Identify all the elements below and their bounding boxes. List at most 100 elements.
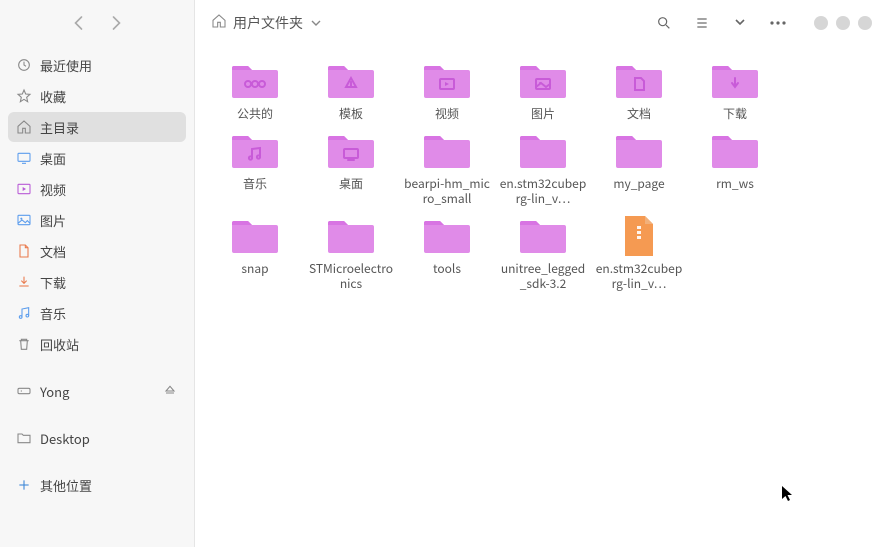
- image-icon: [16, 212, 32, 228]
- sidebar-nav: [0, 0, 194, 46]
- item-label: 音乐: [241, 176, 269, 192]
- folder-item[interactable]: unitree_legged_sdk-3.2: [495, 209, 591, 294]
- folder-item[interactable]: 视频: [399, 54, 495, 124]
- folder-item[interactable]: 文档: [591, 54, 687, 124]
- folder-icon: [515, 60, 571, 102]
- sidebar-item[interactable]: 回收站: [8, 329, 186, 359]
- eject-icon[interactable]: [162, 383, 178, 399]
- folder-icon: [227, 60, 283, 102]
- device-item[interactable]: Yong: [8, 376, 186, 406]
- sidebar-item-label: 视频: [40, 180, 66, 199]
- item-label: 图片: [529, 106, 557, 122]
- folder-item[interactable]: 桌面: [303, 124, 399, 209]
- folder-icon: [419, 215, 475, 257]
- sidebar-item-label: 下载: [40, 273, 66, 292]
- view-dropdown-button[interactable]: [726, 9, 754, 37]
- trash-icon: [16, 336, 32, 352]
- folder-icon: [707, 60, 763, 102]
- sidebar-item-label: 回收站: [40, 335, 79, 354]
- folder-item[interactable]: STMicroelectronics: [303, 209, 399, 294]
- item-label: 下载: [721, 106, 749, 122]
- sidebar-item[interactable]: 主目录: [8, 112, 186, 142]
- sidebar-item[interactable]: 文档: [8, 236, 186, 266]
- folder-item[interactable]: bearpi-hm_micro_small: [399, 124, 495, 209]
- window-close-button[interactable]: [858, 16, 872, 30]
- folder-icon: [16, 430, 32, 446]
- sidebar-item[interactable]: 下载: [8, 267, 186, 297]
- download-icon: [16, 274, 32, 290]
- folder-item[interactable]: 下载: [687, 54, 783, 124]
- folder-icon: [515, 215, 571, 257]
- item-label: 文档: [625, 106, 653, 122]
- main-area: 用户文件夹 公共的 模板: [195, 0, 888, 547]
- sidebar-list: 最近使用收藏主目录桌面视频图片文档下载音乐回收站 Yong Desktop 其他位置: [0, 46, 194, 547]
- bookmark-item[interactable]: Desktop: [8, 423, 186, 453]
- sidebar-item[interactable]: 视频: [8, 174, 186, 204]
- star-icon: [16, 88, 32, 104]
- folder-icon: [323, 60, 379, 102]
- folder-item[interactable]: snap: [207, 209, 303, 294]
- view-list-button[interactable]: [688, 9, 716, 37]
- sidebar-item[interactable]: 图片: [8, 205, 186, 235]
- music-icon: [16, 305, 32, 321]
- folder-icon: [323, 130, 379, 172]
- drive-icon: [16, 383, 32, 399]
- folder-icon: [419, 130, 475, 172]
- folder-item[interactable]: 公共的: [207, 54, 303, 124]
- sidebar: 最近使用收藏主目录桌面视频图片文档下载音乐回收站 Yong Desktop 其他位置: [0, 0, 195, 547]
- sidebar-item-label: Desktop: [40, 429, 90, 448]
- item-label: STMicroelectronics: [305, 261, 397, 292]
- item-label: 模板: [337, 106, 365, 122]
- item-label: unitree_legged_sdk-3.2: [497, 261, 589, 292]
- sidebar-item[interactable]: 音乐: [8, 298, 186, 328]
- window-max-button[interactable]: [836, 16, 850, 30]
- folder-item[interactable]: en.stm32cubeprg-lin_v…: [495, 124, 591, 209]
- sidebar-item-label: 收藏: [40, 87, 66, 106]
- folder-icon: [323, 215, 379, 257]
- folder-icon: [707, 130, 763, 172]
- folder-icon: [611, 130, 667, 172]
- folder-item[interactable]: tools: [399, 209, 495, 294]
- item-label: rm_ws: [714, 176, 756, 192]
- folder-icon: [611, 60, 667, 102]
- home-icon: [211, 13, 227, 34]
- item-label: en.stm32cubeprg-lin_v…: [497, 176, 589, 207]
- folder-item[interactable]: my_page: [591, 124, 687, 209]
- item-label: tools: [431, 261, 463, 277]
- item-label: bearpi-hm_micro_small: [401, 176, 493, 207]
- more-menu-button[interactable]: [764, 9, 792, 37]
- item-label: snap: [239, 261, 270, 277]
- window-min-button[interactable]: [814, 16, 828, 30]
- breadcrumb-label: 用户文件夹: [233, 13, 303, 33]
- other-locations-item[interactable]: 其他位置: [8, 470, 186, 500]
- recent-icon: [16, 57, 32, 73]
- folder-item[interactable]: 图片: [495, 54, 591, 124]
- sidebar-item[interactable]: 桌面: [8, 143, 186, 173]
- breadcrumb[interactable]: 用户文件夹: [211, 13, 321, 34]
- sidebar-item-label: 其他位置: [40, 476, 92, 495]
- folder-icon: [227, 215, 283, 257]
- item-label: 公共的: [235, 106, 275, 122]
- folder-icon: [515, 130, 571, 172]
- desktop-icon: [16, 150, 32, 166]
- item-label: my_page: [611, 176, 666, 192]
- item-label: 视频: [433, 106, 461, 122]
- sidebar-item-label: 文档: [40, 242, 66, 261]
- sidebar-item-label: 音乐: [40, 304, 66, 323]
- archive-icon: [611, 215, 667, 257]
- file-grid[interactable]: 公共的 模板 视频 图片 文档 下载 音乐 桌面 bearpi-hm_micro…: [195, 46, 888, 547]
- file-item[interactable]: en.stm32cubeprg-lin_v…: [591, 209, 687, 294]
- sidebar-item[interactable]: 最近使用: [8, 50, 186, 80]
- folder-item[interactable]: 模板: [303, 54, 399, 124]
- folder-item[interactable]: 音乐: [207, 124, 303, 209]
- sidebar-item-label: 最近使用: [40, 56, 92, 75]
- chevron-down-icon: [311, 13, 321, 33]
- search-button[interactable]: [650, 9, 678, 37]
- item-label: en.stm32cubeprg-lin_v…: [593, 261, 685, 292]
- forward-button[interactable]: [107, 14, 125, 32]
- sidebar-item[interactable]: 收藏: [8, 81, 186, 111]
- folder-icon: [419, 60, 475, 102]
- folder-item[interactable]: rm_ws: [687, 124, 783, 209]
- back-button[interactable]: [69, 14, 87, 32]
- folder-icon: [227, 130, 283, 172]
